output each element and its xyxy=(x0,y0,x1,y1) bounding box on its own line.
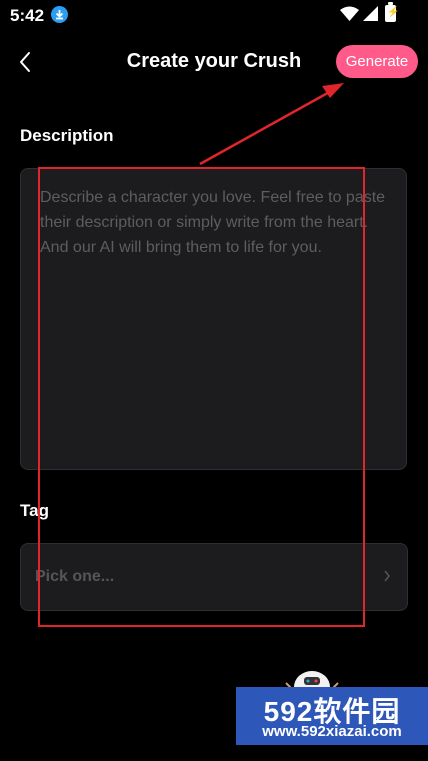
description-input[interactable]: Describe a character you love. Feel free… xyxy=(20,168,407,470)
generate-button[interactable]: Generate xyxy=(336,45,418,78)
annotation-arrow xyxy=(199,88,334,166)
status-bar: 5:42 ⚡ xyxy=(0,0,428,30)
annotation-arrowhead xyxy=(322,83,344,98)
download-icon xyxy=(51,6,68,23)
description-placeholder: Describe a character you love. Feel free… xyxy=(40,189,386,256)
tag-placeholder: Pick one... xyxy=(35,568,115,585)
chevron-right-icon xyxy=(384,570,390,582)
watermark-url: www.592xiazai.com xyxy=(262,723,402,740)
battery-icon: ⚡ xyxy=(385,2,399,22)
wifi-icon xyxy=(340,6,359,26)
description-label: Description xyxy=(20,126,114,145)
status-time: 5:42 xyxy=(10,6,45,25)
tag-picker[interactable]: Pick one... xyxy=(20,543,408,611)
watermark: 592软件园 www.592xiazai.com xyxy=(236,687,428,745)
signal-icon xyxy=(363,6,378,26)
tag-label: Tag xyxy=(20,501,49,520)
